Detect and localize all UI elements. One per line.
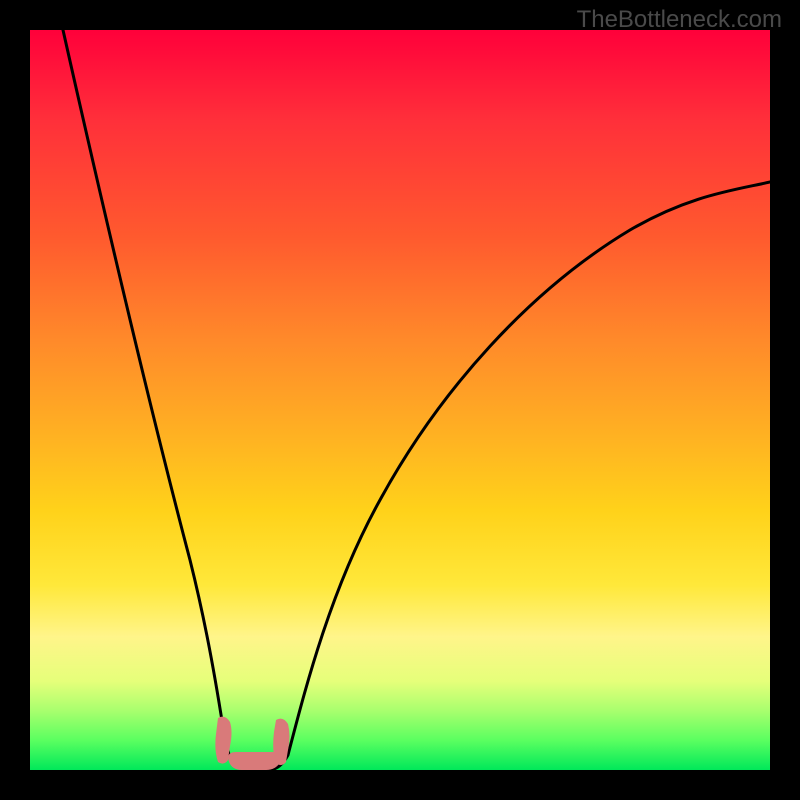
watermark-text: TheBottleneck.com xyxy=(577,6,782,34)
pink-blob-bottom xyxy=(228,752,282,770)
plot-area xyxy=(30,30,770,770)
main-curve xyxy=(63,30,770,770)
chart-frame: TheBottleneck.com xyxy=(0,0,800,800)
curve-svg xyxy=(30,30,770,770)
